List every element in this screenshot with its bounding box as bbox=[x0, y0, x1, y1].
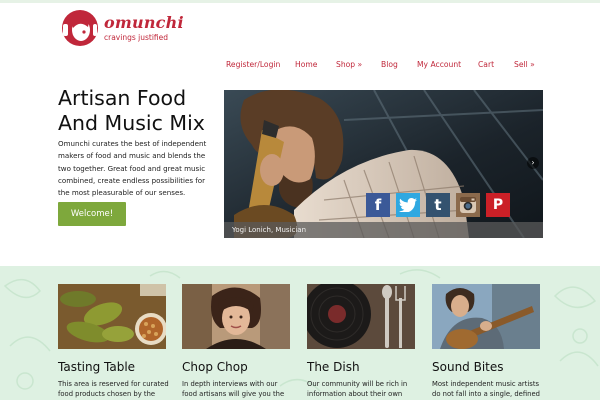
nav-cart[interactable]: Cart bbox=[478, 60, 494, 69]
logo-mark-icon bbox=[62, 10, 98, 46]
instagram-camera-icon bbox=[460, 197, 476, 213]
sound-bites-image bbox=[432, 284, 540, 349]
nav-register-login[interactable]: Register/Login bbox=[226, 60, 280, 69]
facebook-icon[interactable]: f bbox=[366, 193, 390, 217]
slider-next-arrow-icon[interactable]: › bbox=[527, 157, 539, 169]
tumblr-icon[interactable]: t bbox=[426, 193, 450, 217]
card-description: Our community will be rich in informatio… bbox=[307, 380, 408, 398]
tasting-table-image bbox=[58, 284, 166, 349]
social-icons: f t P bbox=[366, 193, 516, 219]
card-sound-bites[interactable]: Sound Bites Most independent music artis… bbox=[432, 284, 540, 398]
nav-blog[interactable]: Blog bbox=[381, 60, 398, 69]
the-dish-image bbox=[307, 284, 415, 349]
card-tasting-table[interactable]: Tasting Table This area is reserved for … bbox=[58, 284, 169, 398]
main-nav: Register/Login Home Shop » Blog My Accou… bbox=[220, 60, 540, 72]
card-chop-chop[interactable]: Chop Chop In depth interviews with our f… bbox=[182, 284, 290, 398]
card-title[interactable]: Tasting Table bbox=[58, 360, 135, 374]
card-title[interactable]: Sound Bites bbox=[432, 360, 504, 374]
card-description: Most independent music artists do not fa… bbox=[432, 380, 540, 398]
welcome-button[interactable]: Welcome! bbox=[58, 202, 126, 226]
chop-chop-image bbox=[182, 284, 290, 349]
card-description: This area is reserved for curated food p… bbox=[58, 380, 169, 398]
top-accent-line bbox=[0, 0, 600, 3]
pinterest-icon[interactable]: P bbox=[486, 193, 510, 217]
card-title[interactable]: Chop Chop bbox=[182, 360, 248, 374]
nav-my-account[interactable]: My Account bbox=[417, 60, 461, 69]
card-title[interactable]: The Dish bbox=[307, 360, 360, 374]
nav-home[interactable]: Home bbox=[295, 60, 317, 69]
instagram-icon[interactable] bbox=[456, 193, 480, 217]
twitter-icon[interactable] bbox=[396, 193, 420, 217]
twitter-bird-icon bbox=[399, 198, 417, 212]
card-description: In depth interviews with our food artisa… bbox=[182, 380, 285, 398]
hero-description: Omunchi curates the best of independent … bbox=[58, 139, 207, 198]
site-logo[interactable]: omunchi cravings justified bbox=[58, 8, 184, 48]
hero-title: Artisan Food And Music Mix bbox=[58, 86, 205, 135]
logo-tagline: cravings justified bbox=[104, 32, 168, 42]
nav-sell[interactable]: Sell » bbox=[514, 60, 535, 69]
nav-shop[interactable]: Shop » bbox=[336, 60, 362, 69]
card-the-dish[interactable]: The Dish Our community will be rich in i… bbox=[307, 284, 415, 398]
slider-caption-text: Yogi Lonich, Musician bbox=[232, 226, 307, 234]
slider-caption: Yogi Lonich, Musician bbox=[224, 222, 543, 238]
logo-wordmark: omunchi bbox=[104, 12, 184, 32]
